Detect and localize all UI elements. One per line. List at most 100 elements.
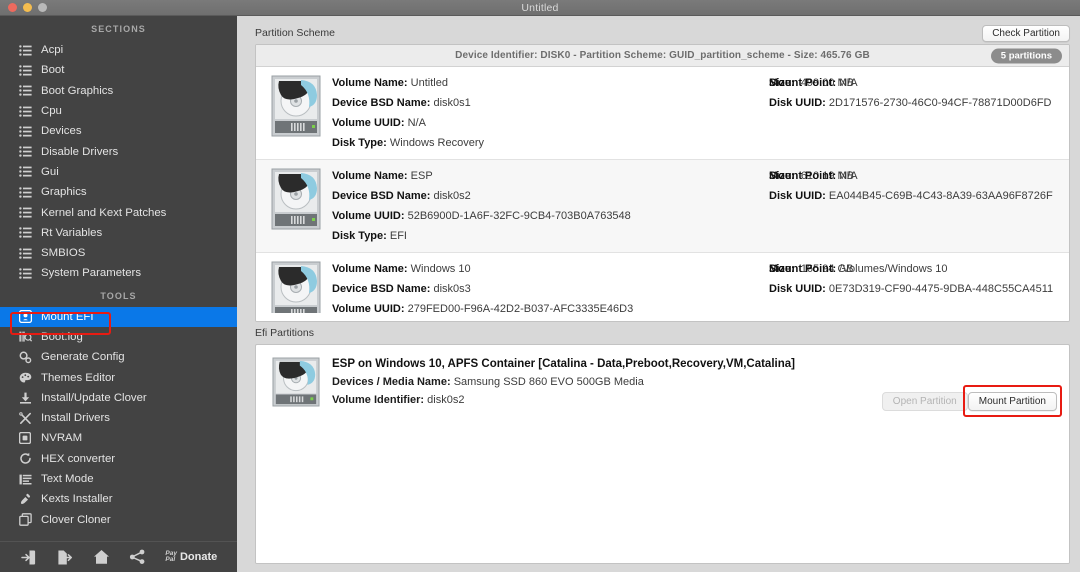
list-icon — [18, 226, 32, 240]
sidebar-item-cpu[interactable]: Cpu — [0, 101, 237, 121]
home-icon — [93, 549, 110, 565]
list-icon — [18, 104, 32, 118]
volume-name-label: Volume Name: — [332, 263, 408, 275]
share-button[interactable] — [129, 549, 146, 565]
efi-entry-title: ESP on Windows 10, APFS Container [Catal… — [332, 358, 795, 370]
sidebar-sections-header: SECTIONS — [91, 24, 146, 34]
disk-uuid-value: 2D171576-2730-46C0-94CF-78871D00D6FD — [828, 97, 1052, 109]
sidebar-item-install-update-clover[interactable]: Install/Update Clover — [0, 388, 237, 408]
list-icon — [18, 63, 32, 77]
sidebar-item-text-mode[interactable]: Text Mode — [0, 469, 237, 489]
tools-icon — [18, 411, 32, 425]
sidebar-item-hex-converter[interactable]: HEX converter — [0, 449, 237, 469]
sidebar-item-smbios[interactable]: SMBIOS — [0, 243, 237, 263]
donate-button[interactable]: Pay Pal Donate — [165, 550, 217, 564]
sidebar-item-mount-efi[interactable]: Mount EFI — [0, 306, 237, 327]
copy-icon — [18, 513, 32, 527]
row-right-fields: Mount Point: N/A Disk UUID: EA044B45-C69… — [769, 166, 1069, 206]
refresh-icon — [18, 452, 32, 466]
sidebar-item-acpi[interactable]: Acpi — [0, 40, 237, 60]
volume-name-value: Untitled — [410, 77, 448, 89]
sidebar-item-nvram[interactable]: NVRAM — [0, 428, 237, 448]
palette-icon — [18, 371, 32, 385]
export-button[interactable] — [56, 549, 73, 566]
title-bar: Untitled — [0, 0, 1080, 16]
app-window: Untitled SECTIONS Acpi Boot Boot Graphic… — [0, 0, 1080, 572]
sidebar-item-boot-log[interactable]: Boot.log — [0, 327, 237, 347]
sidebar-item-label: HEX converter — [41, 452, 116, 465]
sidebar-item-label: Kernel and Kext Patches — [41, 206, 167, 219]
sidebar-item-label: Clover Cloner — [41, 513, 111, 526]
sidebar-item-themes-editor[interactable]: Themes Editor — [0, 367, 237, 387]
row-fields: Volume Name: ESP Device BSD Name: disk0s… — [324, 166, 1061, 246]
volume-uuid-value: N/A — [407, 117, 426, 129]
sidebar-item-label: Boot — [41, 64, 65, 77]
volume-name-label: Volume Name: — [332, 170, 408, 182]
sidebar-item-label: Text Mode — [41, 473, 94, 486]
sidebar-item-label: Install/Update Clover — [41, 391, 147, 404]
sidebar-item-clover-cloner[interactable]: Clover Cloner — [0, 510, 237, 530]
list-icon — [18, 84, 32, 98]
mount-point-field: Mount Point: N/A — [769, 166, 1069, 186]
gears-icon — [18, 350, 32, 364]
plug-icon — [18, 492, 32, 506]
sidebar-item-boot[interactable]: Boot — [0, 60, 237, 80]
efi-partition-entry[interactable]: ESP on Windows 10, APFS Container [Catal… — [256, 345, 1069, 417]
sidebar-item-boot-graphics[interactable]: Boot Graphics — [0, 81, 237, 101]
sidebar-item-install-drivers[interactable]: Install Drivers — [0, 408, 237, 428]
partition-table: Device Identifier: DISK0 - Partition Sch… — [255, 44, 1070, 322]
sidebar-item-label: Disable Drivers — [41, 145, 119, 158]
main-panel: Partition Scheme Check Partition Device … — [237, 16, 1080, 572]
sidebar-item-disable-drivers[interactable]: Disable Drivers — [0, 141, 237, 161]
check-partition-button[interactable]: Check Partition — [982, 24, 1070, 42]
sidebar-item-kernel-and-kext-patches[interactable]: Kernel and Kext Patches — [0, 202, 237, 222]
sidebar-item-rt-variables[interactable]: Rt Variables — [0, 223, 237, 243]
table-row[interactable]: Volume Name: Untitled Device BSD Name: d… — [256, 67, 1069, 160]
mount-point-label: Mount Point: — [769, 263, 837, 275]
volume-name-label: Volume Name: — [332, 77, 408, 89]
table-row[interactable]: Volume Name: Windows 10 Device BSD Name:… — [256, 253, 1069, 321]
hard-disk-icon — [268, 355, 324, 409]
disk-type-label: Disk Type: — [332, 137, 387, 149]
disk-uuid-label: Disk UUID: — [769, 283, 826, 295]
disk-type-value: EFI — [389, 230, 407, 242]
sidebar-item-devices[interactable]: Devices — [0, 121, 237, 141]
table-row[interactable]: Volume Name: ESP Device BSD Name: disk0s… — [256, 160, 1069, 253]
sidebar-item-label: Rt Variables — [41, 226, 103, 239]
mount-partition-button[interactable]: Mount Partition — [967, 392, 1057, 411]
sidebar-item-label: Boot Graphics — [41, 84, 114, 97]
volume-uuid-field: Volume UUID: N/A — [332, 113, 1061, 133]
mount-point-value: N/A — [839, 77, 858, 89]
sidebar-item-kexts-installer[interactable]: Kexts Installer — [0, 489, 237, 509]
window-body: SECTIONS Acpi Boot Boot Graphics Cpu Dev… — [0, 16, 1080, 572]
disk-uuid-field: Disk UUID: 2D171576-2730-46C0-94CF-78871… — [769, 93, 1069, 113]
hard-disk-icon — [268, 166, 324, 246]
sidebar-item-system-parameters[interactable]: System Parameters — [0, 263, 237, 283]
partition-table-header: Device Identifier: DISK0 - Partition Sch… — [256, 45, 1069, 67]
volume-name-value: ESP — [410, 170, 433, 182]
mount-point-value: /Volumes/Windows 10 — [839, 263, 948, 275]
home-button[interactable] — [93, 549, 110, 565]
volume-uuid-label: Volume UUID: — [332, 117, 405, 129]
list-icon — [18, 206, 32, 220]
import-button[interactable] — [20, 549, 37, 566]
efi-partitions-label: Efi Partitions — [255, 327, 314, 339]
partition-summary: Device Identifier: DISK0 - Partition Sch… — [455, 50, 870, 61]
hard-disk-icon — [268, 259, 324, 319]
volume-uuid-label: Volume UUID: — [332, 303, 405, 315]
sidebar-item-generate-config[interactable]: Generate Config — [0, 347, 237, 367]
volume-uuid-field: Volume UUID: 279FED00-F96A-42D2-B037-AFC… — [332, 299, 1061, 319]
sidebar-item-gui[interactable]: Gui — [0, 162, 237, 182]
disk-uuid-label: Disk UUID: — [769, 190, 826, 202]
efi-action-buttons: Open Partition Mount Partition — [881, 385, 1062, 417]
sidebar-bottom-toolbar: Pay Pal Donate — [0, 541, 237, 572]
sidebar-item-label: Gui — [41, 165, 59, 178]
sidebar-item-graphics[interactable]: Graphics — [0, 182, 237, 202]
device-bsd-name-label: Device BSD Name: — [332, 283, 431, 295]
sidebar: SECTIONS Acpi Boot Boot Graphics Cpu Dev… — [0, 16, 237, 572]
list-icon — [18, 43, 32, 57]
row-right-fields: Mount Point: /Volumes/Windows 10 Disk UU… — [769, 259, 1069, 299]
paypal-bottom: Pal — [165, 556, 176, 563]
sidebar-item-label: Kexts Installer — [41, 493, 113, 506]
open-partition-button: Open Partition — [881, 391, 968, 411]
